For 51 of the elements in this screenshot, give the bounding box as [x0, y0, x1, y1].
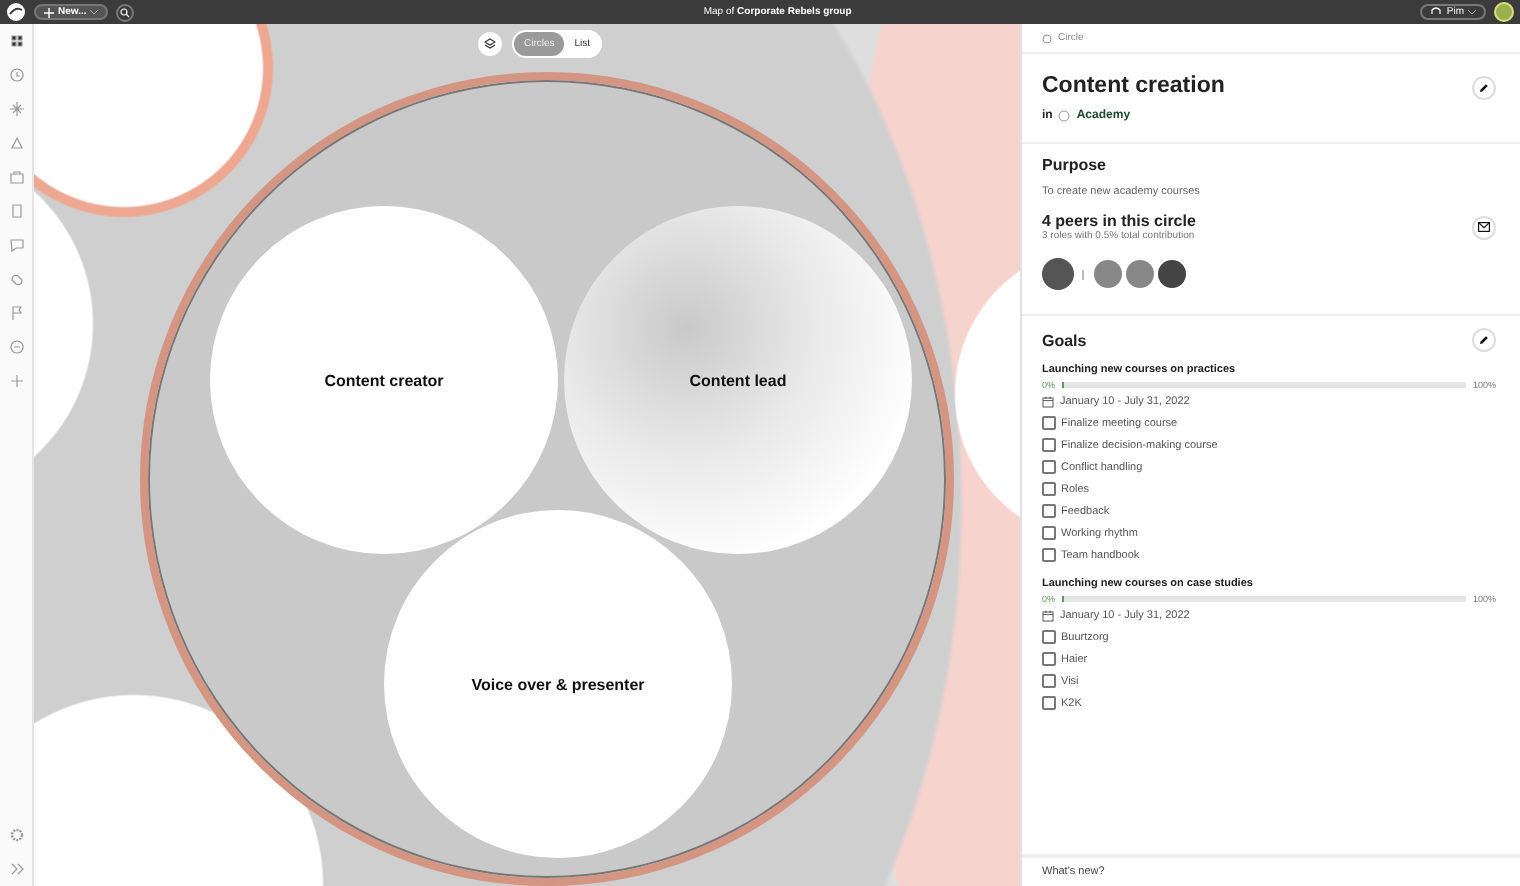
pencil-icon	[1478, 82, 1490, 94]
circle-icon	[1042, 33, 1052, 43]
avatar[interactable]	[1494, 2, 1514, 22]
section-heading: 4 peers in this circle	[1042, 212, 1196, 230]
layers-icon	[484, 38, 496, 50]
task-checkbox[interactable]	[1042, 652, 1055, 666]
chevron-icon	[1468, 9, 1476, 15]
logo-icon[interactable]	[6, 2, 26, 22]
circle-title: Content creation	[1042, 74, 1225, 98]
plus-icon	[44, 7, 54, 17]
tag-icon[interactable]	[7, 270, 25, 288]
mail-icon	[1478, 222, 1490, 232]
email-button[interactable]	[1472, 215, 1496, 239]
task-checkbox[interactable]	[1042, 674, 1055, 688]
task-checkbox[interactable]	[1042, 630, 1055, 644]
task-checkbox[interactable]	[1042, 460, 1055, 474]
layers-button[interactable]	[478, 32, 502, 56]
role-circle[interactable]: Voice over & presenter	[384, 510, 732, 858]
task-checkbox[interactable]	[1042, 548, 1055, 562]
task-checkbox[interactable]	[1042, 696, 1055, 710]
task-checkbox[interactable]	[1042, 504, 1055, 518]
search-button[interactable]	[116, 3, 135, 21]
parent-circle[interactable]: Content creator Content lead Voice over & presenter	[140, 72, 954, 886]
headphones-icon	[1430, 6, 1443, 18]
circle-icon	[1058, 110, 1071, 122]
role-label: Content lead	[689, 371, 787, 389]
calendar-icon	[1042, 395, 1054, 407]
compass-icon[interactable]	[7, 100, 25, 118]
role-label: Voice over & presenter	[471, 675, 645, 693]
role-label: Content creator	[324, 371, 444, 389]
clock-icon[interactable]	[7, 66, 25, 84]
task-checkbox[interactable]	[1042, 438, 1055, 452]
map-icon[interactable]	[7, 32, 25, 50]
task-checkbox[interactable]	[1042, 416, 1055, 430]
task-checkbox[interactable]	[1042, 526, 1055, 540]
chevron-icon	[90, 9, 99, 15]
task-checkbox[interactable]	[1042, 482, 1055, 496]
pencil-icon	[1478, 334, 1490, 346]
section-heading: Purpose	[1042, 156, 1109, 174]
triangle-icon[interactable]	[7, 134, 25, 152]
edit-button[interactable]	[1472, 76, 1496, 100]
calendar-icon	[1042, 609, 1054, 621]
avatar[interactable]	[1158, 260, 1186, 288]
avatar[interactable]	[1042, 258, 1074, 290]
role-circle[interactable]: Content creator	[210, 206, 558, 554]
edit-button[interactable]	[1472, 328, 1496, 352]
section-heading: Goals	[1042, 331, 1087, 349]
chat-icon[interactable]	[7, 236, 25, 254]
search-icon	[120, 7, 131, 17]
double-chevron-icon[interactable]	[7, 860, 25, 878]
role-circle[interactable]: Content lead	[564, 206, 912, 554]
